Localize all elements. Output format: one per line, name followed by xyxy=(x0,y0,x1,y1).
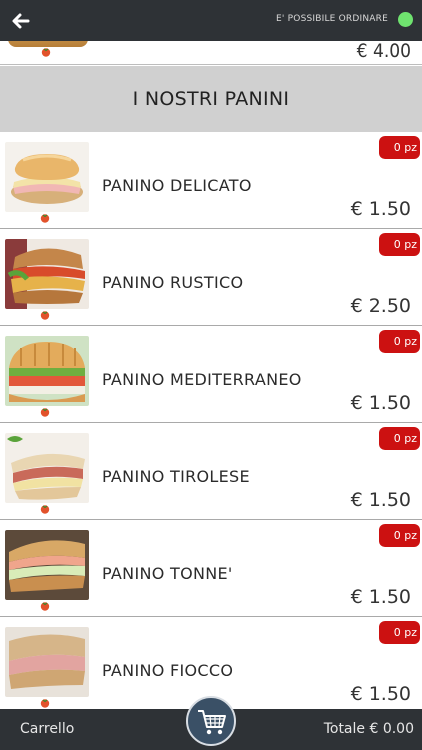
quantity-badge[interactable]: 0 pz xyxy=(379,427,420,450)
quantity-badge[interactable]: 0 pz xyxy=(379,233,420,256)
product-price: € 1.50 xyxy=(350,198,411,220)
product-price: € 2.50 xyxy=(350,295,411,317)
cart-total: Totale € 0.00 xyxy=(323,721,414,737)
section-title: I NOSTRI PANINI xyxy=(0,66,422,132)
arrow-left-icon xyxy=(12,13,30,29)
product-name: PANINO DELICATO xyxy=(102,176,252,195)
tomato-icon xyxy=(41,48,51,57)
tomato-icon xyxy=(40,311,50,320)
product-row[interactable]: PANINO RUSTICO € 2.50 0 pz xyxy=(0,229,422,326)
cart-link[interactable]: Carrello xyxy=(20,721,74,737)
product-name: PANINO MEDITERRANEO xyxy=(102,370,302,389)
tomato-icon xyxy=(40,699,50,708)
top-bar: E' POSSIBILE ORDINARE xyxy=(0,0,422,41)
cart-button[interactable] xyxy=(186,696,236,746)
product-price: € 1.50 xyxy=(350,392,411,414)
back-button[interactable] xyxy=(8,8,34,34)
status-indicator-icon xyxy=(398,12,413,27)
quantity-badge[interactable]: 0 pz xyxy=(379,524,420,547)
tomato-icon xyxy=(40,214,50,223)
product-name: PANINO TONNE' xyxy=(102,564,233,583)
tomato-icon xyxy=(40,408,50,417)
product-image xyxy=(5,627,89,697)
product-price: € 1.50 xyxy=(350,489,411,511)
product-image xyxy=(5,142,89,212)
product-row[interactable]: PANINO TIROLESE € 1.50 0 pz xyxy=(0,423,422,520)
shopping-cart-icon xyxy=(198,710,226,735)
product-row[interactable]: PANINO MEDITERRANEO € 1.50 0 pz xyxy=(0,326,422,423)
product-name: PANINO FIOCCO xyxy=(102,661,234,680)
product-list: PANINO DELICATO € 1.50 0 pz PANINO RUSTI… xyxy=(0,132,422,714)
product-image xyxy=(5,239,89,309)
product-name: PANINO RUSTICO xyxy=(102,273,244,292)
tomato-icon xyxy=(40,505,50,514)
product-image xyxy=(5,336,89,406)
product-name: PANINO TIROLESE xyxy=(102,467,250,486)
list-item-previous[interactable]: € 4.00 xyxy=(0,41,422,65)
product-row[interactable]: PANINO DELICATO € 1.50 0 pz xyxy=(0,132,422,229)
product-image xyxy=(5,530,89,600)
product-price: € 4.00 xyxy=(356,41,411,62)
quantity-badge[interactable]: 0 pz xyxy=(379,621,420,644)
tomato-icon xyxy=(40,602,50,611)
order-status-text: E' POSSIBILE ORDINARE xyxy=(276,14,388,24)
product-price: € 1.50 xyxy=(350,586,411,608)
product-image xyxy=(5,433,89,503)
quantity-badge[interactable]: 0 pz xyxy=(379,136,420,159)
product-row[interactable]: PANINO TONNE' € 1.50 0 pz xyxy=(0,520,422,617)
product-price: € 1.50 xyxy=(350,683,411,705)
quantity-badge[interactable]: 0 pz xyxy=(379,330,420,353)
